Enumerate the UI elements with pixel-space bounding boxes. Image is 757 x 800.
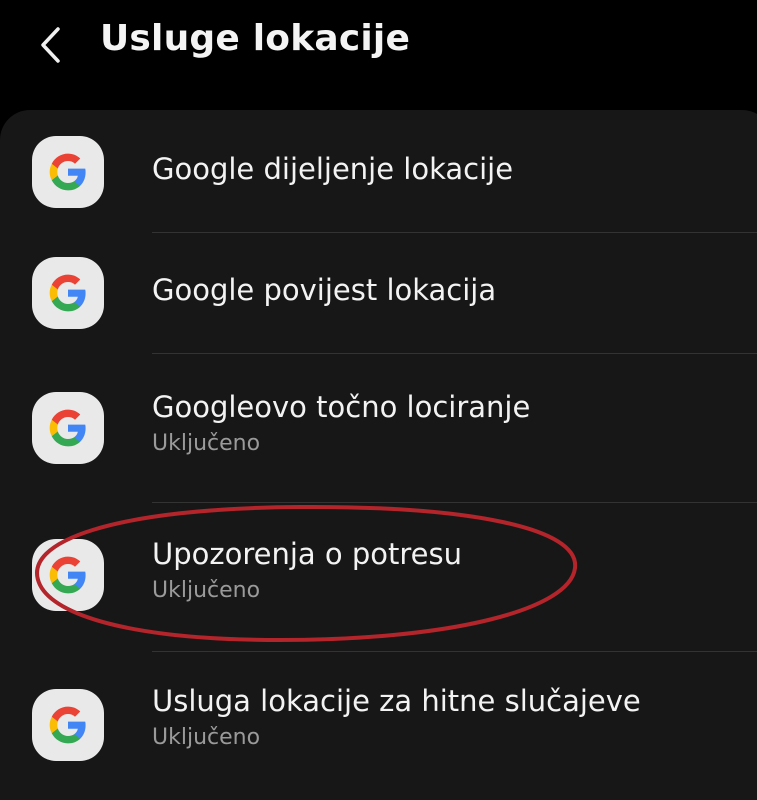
list-item-google-location-history[interactable]: Google povijest lokacija — [0, 233, 757, 353]
google-g-icon — [32, 392, 104, 464]
list-item-title: Google dijeljenje lokacije — [152, 152, 514, 186]
google-g-icon — [32, 257, 104, 329]
list-item-title: Google povijest lokacija — [152, 273, 497, 307]
list-item-google-location-accuracy[interactable]: Googleovo točno lociranje Uključeno — [0, 354, 757, 502]
list-item-status: Uključeno — [152, 430, 261, 456]
chevron-left-icon — [41, 27, 60, 63]
location-services-screen: Usluge lokacije Google dijeljenje lokaci… — [0, 0, 757, 800]
list-item-emergency-location-service[interactable]: Usluga lokacije za hitne slučajeve Uklju… — [0, 652, 757, 800]
list-item-google-location-sharing[interactable]: Google dijeljenje lokacije — [0, 110, 757, 232]
list-item-earthquake-alerts[interactable]: Upozorenja o potresu Uključeno — [0, 503, 757, 651]
list-item-status: Uključeno — [152, 577, 261, 603]
google-g-icon — [32, 689, 104, 761]
page-title: Usluge lokacije — [100, 18, 411, 59]
google-g-icon — [32, 539, 104, 611]
back-button[interactable] — [26, 20, 76, 70]
list-item-title: Usluga lokacije za hitne slučajeve — [152, 684, 641, 718]
list-item-title: Upozorenja o potresu — [152, 537, 462, 571]
list-item-title: Googleovo točno lociranje — [152, 390, 531, 424]
settings-list-card: Google dijeljenje lokacije Google povije… — [0, 110, 757, 800]
top-app-bar: Usluge lokacije — [0, 0, 757, 100]
google-g-icon — [32, 136, 104, 208]
list-item-status: Uključeno — [152, 724, 261, 750]
